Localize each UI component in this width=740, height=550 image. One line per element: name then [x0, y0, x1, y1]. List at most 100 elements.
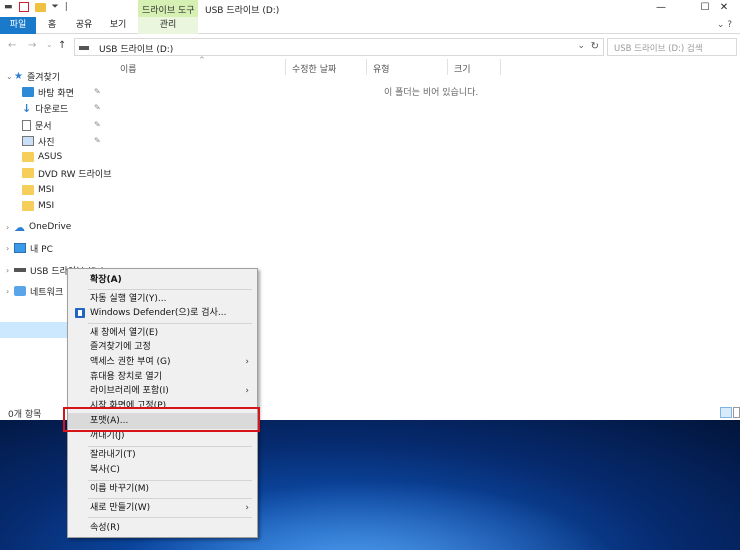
nav-label: 네트워크	[30, 287, 64, 298]
search-placeholder: USB 드라이브 (D:) 검색	[614, 44, 703, 54]
nav-item-msi[interactable]: MSI	[22, 182, 54, 198]
computer-icon	[14, 243, 26, 253]
menu-item-defender-scan[interactable]: Windows Defender(으)로 검사...	[68, 305, 257, 321]
menu-label: 잘라내기(T)	[90, 450, 136, 460]
column-header-size[interactable]: 크기	[454, 62, 471, 75]
column-divider[interactable]	[447, 59, 448, 75]
search-input[interactable]: USB 드라이브 (D:) 검색	[607, 38, 737, 56]
menu-separator	[88, 517, 252, 518]
chevron-right-icon[interactable]: ›	[6, 244, 14, 253]
column-divider[interactable]	[366, 59, 367, 75]
customize-toolbar-icon[interactable]: ⏷	[52, 2, 59, 12]
menu-label: 즐겨찾기에 고정	[90, 342, 151, 352]
close-button[interactable]: ✕	[708, 0, 740, 17]
recent-locations-icon[interactable]: ⌄	[46, 40, 53, 49]
address-path[interactable]: USB 드라이브 (D:)	[99, 42, 173, 55]
menu-label: 휴대용 장치로 열기	[90, 372, 162, 382]
ribbon-tabs: 파일 홈 공유 보기 관리 ⌄ ?	[0, 17, 740, 34]
network-icon	[14, 286, 26, 296]
chevron-right-icon[interactable]: ›	[6, 287, 14, 296]
context-tab-header-label: 드라이브 도구	[142, 6, 195, 16]
tab-file[interactable]: 파일	[0, 17, 36, 34]
menu-item-give-access[interactable]: 액세스 권한 부여 (G) ›	[68, 354, 257, 370]
nav-quick-access[interactable]: ⌄ ★ 즐겨찾기	[6, 68, 60, 84]
nav-label: 바탕 화면	[38, 88, 74, 99]
menu-item-copy[interactable]: 복사(C)	[68, 462, 257, 478]
menu-separator	[88, 498, 252, 499]
menu-item-pin-quick-access[interactable]: 즐겨찾기에 고정	[68, 339, 257, 355]
item-count: 0개 항목	[8, 410, 42, 420]
column-divider[interactable]	[285, 59, 286, 75]
drive-icon[interactable]: ▬	[4, 2, 13, 12]
star-icon: ★	[14, 70, 23, 82]
nav-item-downloads[interactable]: ↓ 다운로드	[22, 100, 68, 116]
properties-icon[interactable]	[18, 2, 29, 12]
column-header-date[interactable]: 수정한 날짜	[292, 62, 336, 75]
quick-access-toolbar: ▬ ⏷ |	[4, 2, 68, 12]
menu-item-properties[interactable]: 속성(R)	[68, 520, 257, 536]
nav-label: 문서	[35, 121, 52, 132]
tab-view[interactable]: 보기	[104, 17, 132, 34]
pin-icon[interactable]: ✎	[94, 103, 101, 112]
nav-network[interactable]: › 네트워크	[6, 283, 63, 299]
refresh-icon[interactable]: ↻	[591, 41, 599, 52]
column-divider[interactable]	[500, 59, 501, 75]
nav-label: MSI	[38, 201, 55, 211]
chevron-right-icon: ›	[245, 386, 249, 396]
nav-label: DVD RW 드라이브	[38, 169, 112, 180]
menu-label: 새 창에서 열기(E)	[90, 328, 159, 338]
menu-separator	[88, 289, 252, 290]
menu-item-expand[interactable]: 확장(A)	[68, 272, 257, 288]
large-icons-view-icon[interactable]	[733, 407, 740, 418]
column-header-name[interactable]: 이름	[120, 62, 137, 75]
minimize-button[interactable]: —	[646, 0, 676, 17]
forward-button[interactable]: →	[28, 40, 36, 51]
pin-icon[interactable]: ✎	[94, 136, 101, 145]
nav-label: 즐겨찾기	[26, 72, 61, 83]
folder-icon	[22, 168, 34, 178]
menu-separator	[88, 323, 252, 324]
pin-icon[interactable]: ✎	[94, 120, 101, 129]
ribbon-expand-icon[interactable]: ⌄ ?	[717, 20, 732, 30]
context-tab-header: 드라이브 도구	[138, 0, 198, 17]
desktop-icon	[22, 87, 34, 97]
chevron-right-icon[interactable]: ›	[6, 223, 14, 232]
column-header-type[interactable]: 유형	[373, 62, 390, 75]
folder-icon	[22, 201, 34, 211]
nav-item-pictures[interactable]: 사진	[22, 133, 55, 149]
chevron-down-icon[interactable]: ⌄	[577, 41, 585, 51]
context-menu: 확장(A) 자동 실행 열기(Y)... Windows Defender(으)…	[67, 268, 258, 538]
cloud-icon: ☁	[14, 220, 25, 234]
nav-item-msi-2[interactable]: MSI	[22, 198, 54, 214]
address-bar[interactable]: USB 드라이브 (D:) ⌄ ↻	[74, 38, 604, 56]
nav-item-desktop[interactable]: 바탕 화면	[22, 84, 74, 100]
menu-label: 속성(R)	[90, 523, 120, 533]
menu-label: 복사(C)	[90, 465, 120, 475]
tab-home[interactable]: 홈	[40, 17, 64, 34]
document-icon	[22, 119, 31, 131]
nav-item-dvd[interactable]: DVD RW 드라이브	[22, 165, 112, 181]
chevron-right-icon: ›	[245, 357, 249, 367]
menu-label: 확장(A)	[90, 275, 122, 285]
drive-icon	[79, 46, 89, 50]
nav-item-asus[interactable]: ASUS	[22, 149, 62, 165]
tab-manage[interactable]: 관리	[138, 17, 198, 34]
details-view-icon[interactable]	[720, 407, 732, 418]
nav-this-pc[interactable]: › 내 PC	[6, 240, 53, 256]
menu-item-cut[interactable]: 잘라내기(T)	[68, 447, 257, 463]
new-folder-icon[interactable]	[34, 2, 46, 12]
pin-icon[interactable]: ✎	[94, 87, 101, 96]
chevron-right-icon[interactable]: ›	[6, 266, 14, 275]
menu-label: 자동 실행 열기(Y)...	[90, 294, 167, 304]
back-button[interactable]: ←	[8, 40, 16, 51]
nav-onedrive[interactable]: › ☁ OneDrive	[6, 219, 71, 235]
nav-item-documents[interactable]: 문서	[22, 117, 52, 133]
expand-icon[interactable]: ⌄	[6, 72, 14, 81]
up-button[interactable]: ↑	[58, 40, 66, 51]
address-row: ← → ⌄ ↑ USB 드라이브 (D:) ⌄ ↻ USB 드라이브 (D:) …	[0, 36, 740, 58]
tab-share[interactable]: 공유	[70, 17, 98, 34]
menu-item-rename[interactable]: 이름 바꾸기(M)	[68, 481, 257, 497]
menu-item-include-library[interactable]: 라이브러리에 포함(I) ›	[68, 383, 257, 399]
menu-item-new[interactable]: 새로 만들기(W) ›	[68, 500, 257, 516]
divider-icon: |	[64, 2, 68, 12]
